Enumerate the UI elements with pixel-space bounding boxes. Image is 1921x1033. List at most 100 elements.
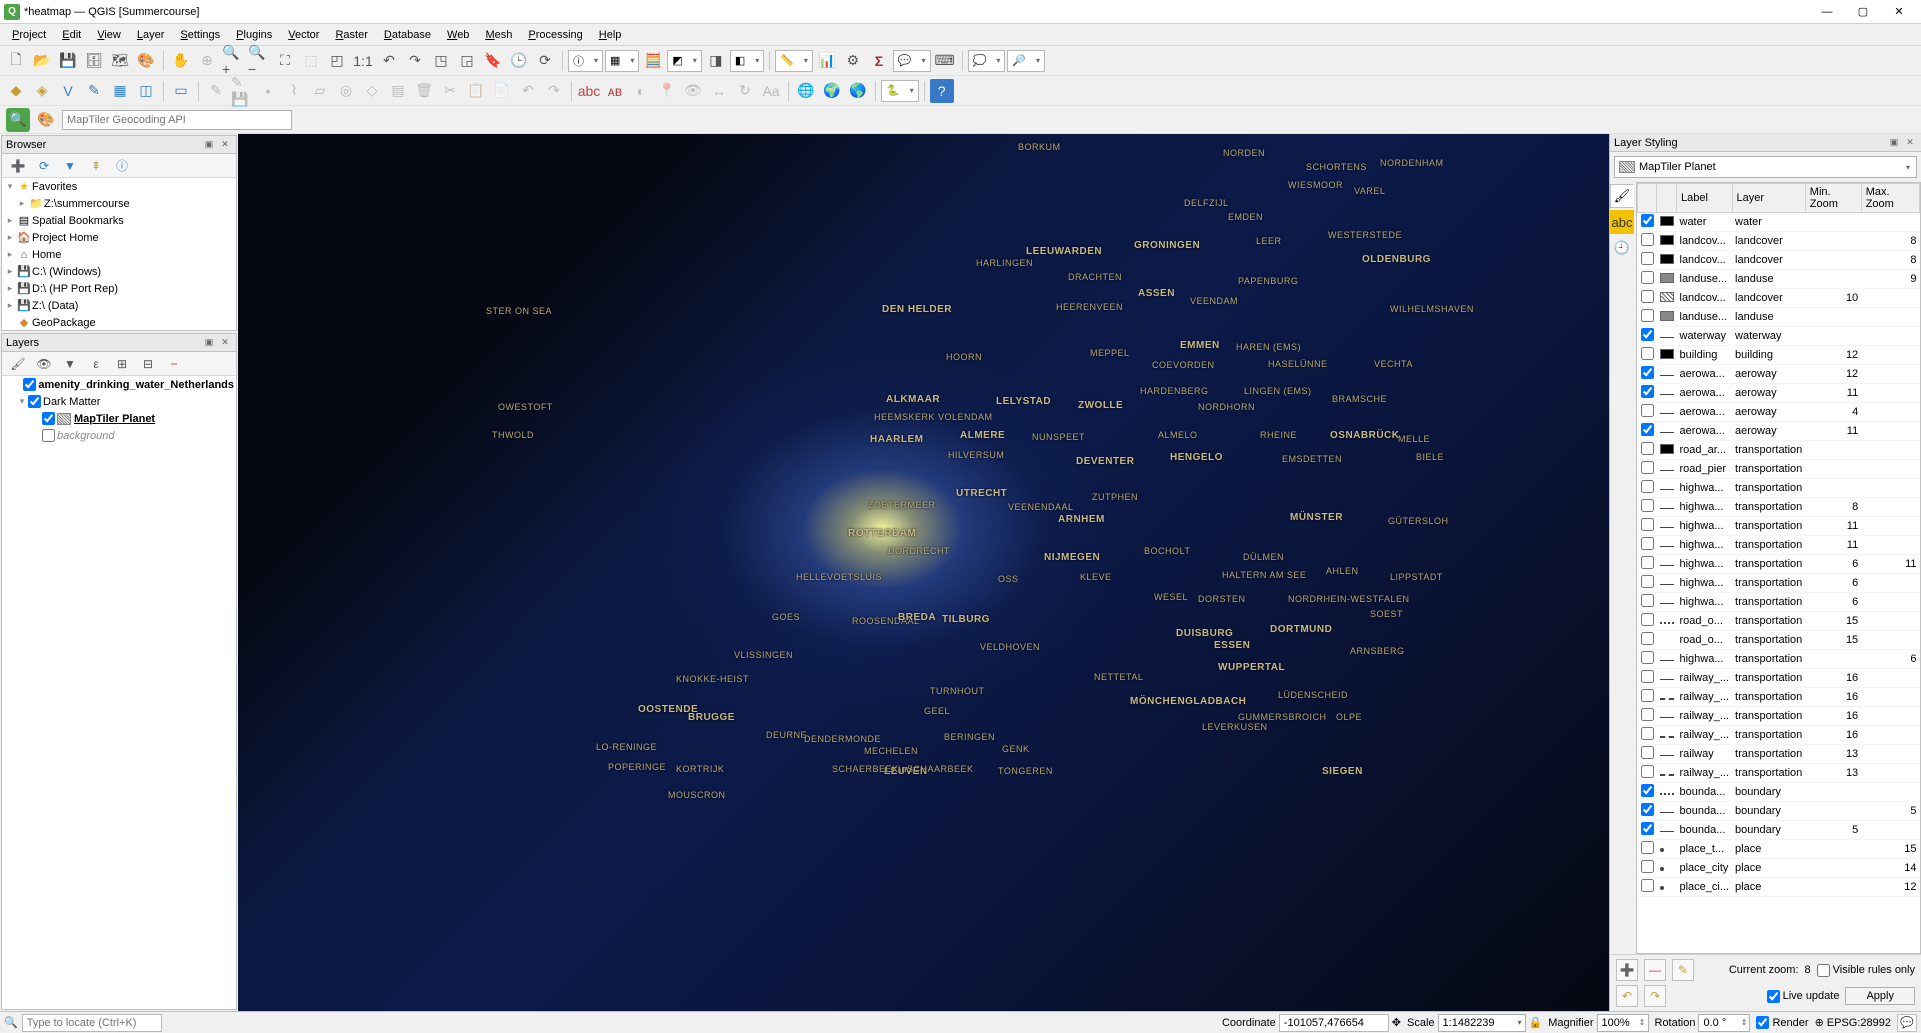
style-rule-row[interactable]: road_o...transportation15 (1638, 631, 1920, 650)
style-rule-row[interactable]: bounda...boundary (1638, 783, 1920, 802)
rule-visibility-check[interactable] (1641, 328, 1654, 341)
geocoder-config-button[interactable]: 🎨 (34, 108, 58, 132)
style-rule-row[interactable]: railway_...transportation13 (1638, 764, 1920, 783)
rule-visibility-check[interactable] (1641, 537, 1654, 550)
rule-visibility-check[interactable] (1641, 594, 1654, 607)
menu-layer[interactable]: Layer (129, 27, 173, 43)
collapse-all-icon[interactable]: ⊟ (136, 352, 160, 376)
browser-tree[interactable]: ▾★Favorites▸📁Z:\summercourse▸▤Spatial Bo… (2, 178, 236, 330)
style-rule-row[interactable]: waterwater (1638, 213, 1920, 232)
rule-visibility-check[interactable] (1641, 841, 1654, 854)
add-rule-button[interactable]: ➕ (1616, 959, 1638, 981)
close-icon[interactable]: ✕ (218, 138, 232, 152)
layer-item[interactable]: ▾Dark Matter (2, 393, 236, 410)
layers-tree[interactable]: amenity_drinking_water_Netherlands▾Dark … (2, 376, 236, 1009)
symbology-tab[interactable]: 🖌 (1610, 184, 1634, 208)
layer-visibility-check[interactable] (42, 429, 55, 442)
undo-style-button[interactable]: ↶ (1616, 985, 1638, 1007)
browser-item[interactable]: ▸💾D:\ (HP Port Rep) (2, 280, 236, 297)
render-check[interactable]: Render (1756, 1016, 1808, 1029)
zoom-next-button[interactable]: ↷ (403, 49, 427, 73)
style-preset-icon[interactable]: 🖌 (6, 352, 30, 376)
style-rule-row[interactable]: place_cityplace14 (1638, 859, 1920, 878)
rule-visibility-check[interactable] (1641, 746, 1654, 759)
rule-visibility-check[interactable] (1641, 480, 1654, 493)
menu-help[interactable]: Help (591, 27, 630, 43)
live-update-check[interactable]: Live update (1767, 990, 1840, 1003)
rule-visibility-check[interactable] (1641, 290, 1654, 303)
zoom-in-button[interactable]: 🔍+ (221, 49, 245, 73)
style-manager-button[interactable]: 🎨 (134, 49, 158, 73)
identify-combo[interactable]: ⓘ (568, 50, 603, 72)
style-rule-row[interactable]: highwa...transportation11 (1638, 517, 1920, 536)
pan-button[interactable]: ✋ (169, 49, 193, 73)
rule-visibility-check[interactable] (1641, 252, 1654, 265)
new-project-button[interactable]: 🗋 (4, 49, 28, 73)
rule-visibility-check[interactable] (1641, 518, 1654, 531)
rule-visibility-check[interactable] (1641, 214, 1654, 227)
keyboard-button[interactable]: ⌨ (933, 49, 957, 73)
globe1-button[interactable]: 🌐 (794, 79, 818, 103)
menu-view[interactable]: View (89, 27, 129, 43)
rule-visibility-check[interactable] (1641, 613, 1654, 626)
open-table-combo[interactable]: ▦ (605, 50, 639, 72)
style-rule-row[interactable]: highwa...transportation6 (1638, 650, 1920, 669)
layer-visibility-check[interactable] (42, 412, 55, 425)
browser-item[interactable]: ▸💾C:\ (Windows) (2, 263, 236, 280)
style-rule-row[interactable]: aerowa...aeroway4 (1638, 403, 1920, 422)
browser-item[interactable]: ▸▤Spatial Bookmarks (2, 212, 236, 229)
refresh-icon[interactable]: ⟳ (32, 154, 56, 178)
rule-visibility-check[interactable] (1641, 784, 1654, 797)
browser-item[interactable]: ▸💾Z:\ (Data) (2, 297, 236, 314)
column-header[interactable]: Max. Zoom (1861, 184, 1919, 213)
style-rule-row[interactable]: bounda...boundary5 (1638, 821, 1920, 840)
browser-item[interactable]: ▾★Favorites (2, 178, 236, 195)
style-rule-row[interactable]: aerowa...aeroway12 (1638, 365, 1920, 384)
select-combo[interactable]: ◩ (667, 50, 701, 72)
browser-item[interactable]: ▸⌂Home (2, 246, 236, 263)
open-project-button[interactable]: 📂 (30, 49, 54, 73)
menu-settings[interactable]: Settings (172, 27, 228, 43)
mesh-button[interactable]: ◫ (134, 79, 158, 103)
rule-visibility-check[interactable] (1641, 442, 1654, 455)
expand-all-icon[interactable]: ⊞ (110, 352, 134, 376)
style-rule-row[interactable]: landuse...landuse9 (1638, 270, 1920, 289)
style-rule-row[interactable]: place_ci...place12 (1638, 878, 1920, 897)
zoom-full-button[interactable]: ⛶ (273, 49, 297, 73)
rule-visibility-check[interactable] (1641, 708, 1654, 721)
menu-database[interactable]: Database (376, 27, 439, 43)
select-all-button[interactable]: ◨ (704, 49, 728, 73)
menu-vector[interactable]: Vector (280, 27, 327, 43)
help-button[interactable]: ? (930, 79, 954, 103)
browser-item[interactable]: ▸🏠Project Home (2, 229, 236, 246)
rule-visibility-check[interactable] (1641, 632, 1654, 645)
style-rule-row[interactable]: highwa...transportation6 (1638, 593, 1920, 612)
layer-select-combo[interactable]: MapTiler Planet (1614, 156, 1917, 178)
rule-visibility-check[interactable] (1641, 385, 1654, 398)
rules-table-wrap[interactable]: LabelLayerMin. ZoomMax. Zoom waterwaterl… (1636, 182, 1921, 954)
rule-visibility-check[interactable] (1641, 879, 1654, 892)
column-header[interactable]: Layer (1732, 184, 1805, 213)
rule-visibility-check[interactable] (1641, 461, 1654, 474)
style-rule-row[interactable]: landcov...landcover10 (1638, 289, 1920, 308)
browser-item[interactable]: ▸📁Z:\summercourse (2, 195, 236, 212)
field-calc-button[interactable]: 🧮 (641, 49, 665, 73)
undock-icon[interactable]: ▣ (1887, 136, 1901, 150)
toolbox-button[interactable]: ⚙ (841, 49, 865, 73)
close-button[interactable]: ✕ (1881, 2, 1917, 22)
rule-visibility-check[interactable] (1641, 689, 1654, 702)
style-rule-row[interactable]: railway_...transportation16 (1638, 669, 1920, 688)
style-rule-row[interactable]: aerowa...aeroway11 (1638, 384, 1920, 403)
layer-item[interactable]: background (2, 427, 236, 444)
rule-visibility-check[interactable] (1641, 271, 1654, 284)
rule-visibility-check[interactable] (1641, 556, 1654, 569)
visibility-icon[interactable]: 👁 (32, 352, 56, 376)
new-map-view-button[interactable]: ◳ (429, 49, 453, 73)
rule-visibility-check[interactable] (1641, 860, 1654, 873)
expression-filter-icon[interactable]: ε (84, 352, 108, 376)
rule-visibility-check[interactable] (1641, 822, 1654, 835)
lock-scale-icon[interactable]: 🔒 (1529, 1016, 1543, 1029)
style-rule-row[interactable]: bounda...boundary5 (1638, 802, 1920, 821)
style-rule-row[interactable]: railwaytransportation13 (1638, 745, 1920, 764)
style-rule-row[interactable]: highwa...transportation8 (1638, 498, 1920, 517)
